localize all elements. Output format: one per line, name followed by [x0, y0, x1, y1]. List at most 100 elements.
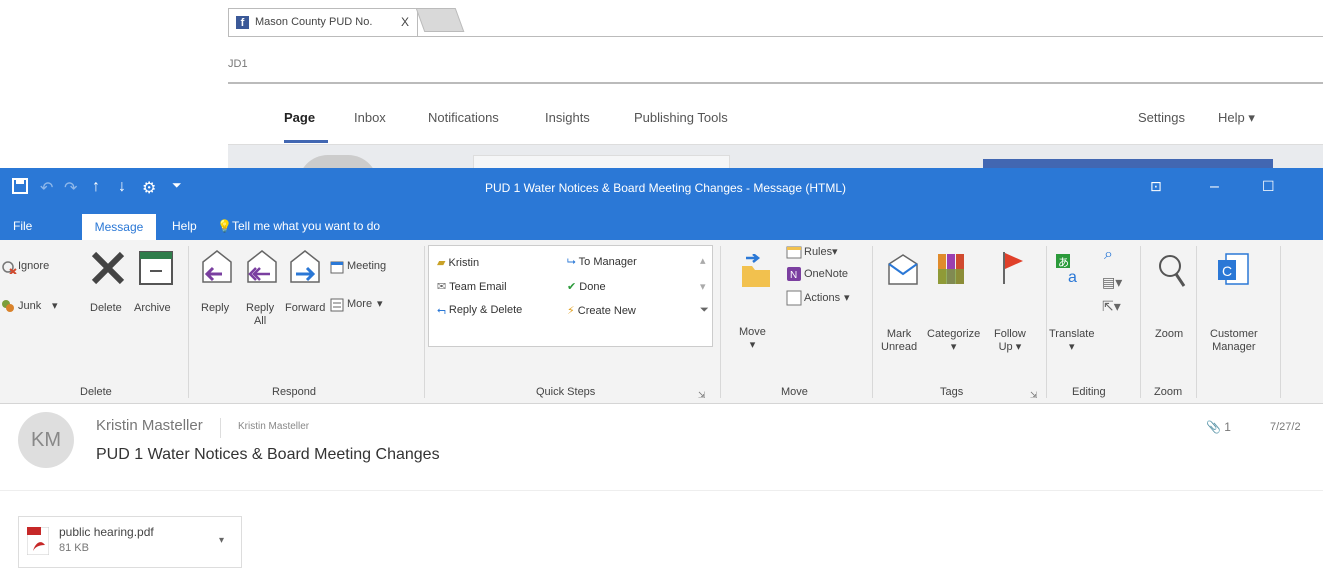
zoom-button[interactable]: Zoom	[1155, 328, 1183, 341]
gallery-scroll-up-icon[interactable]: ▴	[700, 254, 706, 267]
message-date: 7/27/2	[1270, 421, 1301, 433]
tags-group-label: Tags	[940, 386, 964, 398]
address-bar[interactable]: JD1	[228, 58, 248, 70]
browser-tab[interactable]: f Mason County PUD No. X	[228, 8, 418, 36]
svg-text:C: C	[1222, 263, 1232, 279]
ignore-button[interactable]: Ignore	[0, 260, 49, 279]
tags-launcher-icon[interactable]: ⇲	[1030, 390, 1038, 401]
message-subject: PUD 1 Water Notices & Board Meeting Chan…	[96, 446, 440, 463]
svg-text:a: a	[1068, 269, 1077, 286]
quickstep-done[interactable]: ✔ Done	[567, 280, 606, 293]
find-icon[interactable]: ⌕	[1104, 246, 1113, 264]
ribbon-display-icon[interactable]: ⊡	[1150, 178, 1162, 195]
related-icon[interactable]: ▤▾	[1102, 274, 1122, 291]
select-icon[interactable]: ⇱▾	[1102, 298, 1121, 315]
previous-item-icon[interactable]: ↑	[92, 178, 100, 196]
undo-icon[interactable]: ↶	[40, 178, 53, 198]
nav-help[interactable]: Help ▾	[1218, 110, 1255, 126]
delete-icon	[91, 251, 125, 285]
attachment-dropdown-icon[interactable]: ▾	[219, 535, 224, 546]
reply-all-icon[interactable]	[245, 248, 279, 293]
quick-steps-group-label: Quick Steps	[536, 386, 596, 398]
window-titlebar: ↶ ↷ ↑ ↓ ⚙ ⏷ PUD 1 Water Notices & Board …	[0, 168, 1323, 210]
move-group-label: Move	[781, 386, 808, 398]
forward-button[interactable]: Forward	[285, 302, 325, 315]
maximize-icon[interactable]: ☐	[1262, 178, 1275, 195]
attachment-card[interactable]: public hearing.pdf 81 KB ▾	[18, 516, 242, 568]
quickstep-team-email[interactable]: ✉ Team Email	[437, 280, 507, 293]
nav-settings[interactable]: Settings	[1138, 110, 1185, 125]
attachment-count: 📎 1	[1206, 420, 1231, 434]
categorize-icon[interactable]	[936, 252, 966, 291]
move-button[interactable]: Move ▾	[739, 326, 766, 352]
save-icon[interactable]	[12, 178, 28, 199]
nav-page[interactable]: Page	[284, 110, 315, 125]
quickstep-kristin[interactable]: ▰ Kristin	[437, 256, 479, 269]
window-title: PUD 1 Water Notices & Board Meeting Chan…	[485, 181, 847, 195]
svg-text:あ: あ	[1058, 256, 1069, 269]
quick-steps-gallery: ▰ Kristin ⮡ To Manager ✉ Team Email ✔ Do…	[428, 245, 713, 347]
rules-button[interactable]: Rules ▾	[786, 244, 838, 265]
quickstep-reply-delete[interactable]: ⮢ Reply & Delete	[437, 304, 522, 317]
attachment-size: 81 KB	[59, 542, 89, 554]
header-divider	[220, 418, 221, 438]
minimize-icon[interactable]: –	[1210, 178, 1219, 196]
translate-button[interactable]: Translate ▾	[1049, 328, 1094, 354]
redo-icon[interactable]: ↷	[64, 178, 77, 198]
translate-icon[interactable]: あa	[1054, 252, 1088, 291]
nav-notifications[interactable]: Notifications	[428, 110, 499, 125]
reply-icon[interactable]	[200, 248, 234, 293]
archive-button[interactable]: Archive	[134, 302, 171, 315]
move-icon[interactable]	[738, 253, 774, 295]
gallery-expand-icon[interactable]: ⏷	[700, 304, 709, 317]
nav-insights[interactable]: Insights	[545, 110, 590, 125]
next-item-icon[interactable]: ↓	[118, 178, 126, 196]
editing-group-label: Editing	[1072, 386, 1106, 398]
mark-unread-icon[interactable]	[886, 252, 920, 295]
ribbon-tabs: File Message Help 💡 Tell me what you wan…	[0, 210, 1323, 240]
tell-me-search[interactable]: Tell me what you want to do	[232, 219, 380, 233]
ribbon: Ignore Junk ▾ Delete Archive Delete Repl…	[0, 240, 1323, 404]
gallery-scroll-down-icon[interactable]: ▾	[700, 280, 706, 293]
quickstep-create-new[interactable]: ⚡ Create New	[567, 304, 636, 317]
nav-publishing-tools[interactable]: Publishing Tools	[634, 110, 728, 125]
actions-button[interactable]: Actions ▾	[786, 290, 850, 311]
active-tab-underline	[284, 140, 328, 143]
paperclip-icon: 📎	[1206, 420, 1221, 434]
follow-up-button[interactable]: Follow Up ▾	[994, 328, 1026, 354]
page-nav: Page Inbox Notifications Insights Publis…	[228, 84, 1323, 145]
mark-unread-button[interactable]: Mark Unread	[881, 328, 917, 354]
attachment-name: public hearing.pdf	[59, 525, 154, 539]
categorize-button[interactable]: Categorize ▾	[927, 328, 980, 354]
zoom-icon[interactable]	[1156, 254, 1186, 293]
customer-manager-icon[interactable]: C	[1216, 252, 1250, 293]
respond-group-label: Respond	[272, 386, 317, 398]
page-cover-strip	[228, 145, 1323, 185]
nav-inbox[interactable]: Inbox	[354, 110, 386, 125]
tab-file[interactable]: File	[13, 219, 32, 233]
reply-all-button[interactable]: Reply All	[246, 302, 274, 328]
customer-manager-button[interactable]: Customer Manager	[1210, 328, 1258, 354]
close-tab-button[interactable]: X	[401, 15, 409, 29]
pdf-icon	[27, 527, 49, 555]
meeting-button[interactable]: Meeting	[330, 260, 386, 279]
reply-button[interactable]: Reply	[201, 302, 229, 315]
forward-icon[interactable]	[288, 248, 322, 293]
tab-divider	[228, 36, 1323, 37]
junk-button[interactable]: Junk ▾	[0, 298, 58, 319]
tab-message[interactable]: Message	[82, 214, 156, 240]
archive-icon[interactable]	[138, 250, 174, 291]
qat-dropdown-icon[interactable]: ⏷	[172, 178, 182, 193]
quick-steps-launcher-icon[interactable]: ⇲	[698, 390, 706, 401]
follow-up-icon[interactable]	[1000, 250, 1026, 291]
lightbulb-icon: 💡	[217, 219, 232, 233]
sender-name[interactable]: Kristin Masteller	[96, 417, 203, 434]
delete-button[interactable]	[88, 248, 128, 293]
more-button[interactable]: More ▾	[330, 298, 383, 317]
quickstep-to-manager[interactable]: ⮡ To Manager	[567, 256, 637, 269]
sender-address[interactable]: Kristin Masteller	[238, 421, 309, 432]
onenote-button[interactable]: N OneNote	[786, 266, 848, 287]
tab-help[interactable]: Help	[172, 219, 197, 233]
customize-icon[interactable]: ⚙	[142, 178, 156, 198]
new-tab-button[interactable]	[415, 8, 465, 32]
